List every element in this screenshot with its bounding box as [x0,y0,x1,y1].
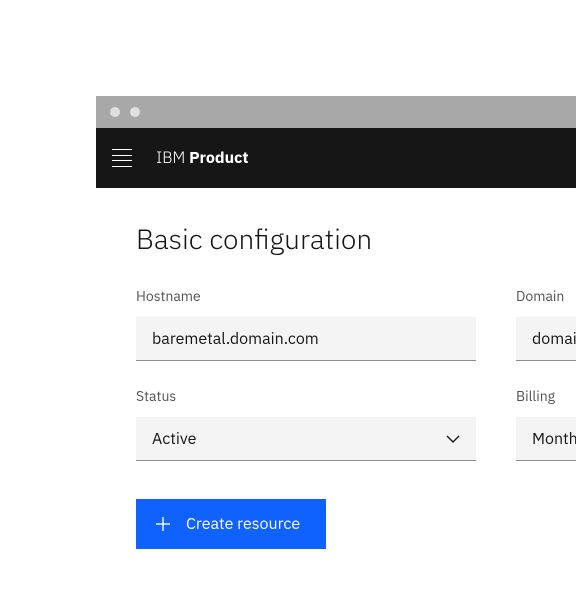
form-row: Hostname Domain [136,287,576,361]
billing-select[interactable]: Monthly [516,417,576,461]
status-value: Active [152,429,196,449]
page-title: Basic configuration [136,220,576,257]
form-row: Status Active Billing Monthly [136,387,576,461]
brand-bold: Product [189,148,248,168]
menu-icon[interactable] [112,149,132,167]
chevron-down-icon [446,435,460,443]
status-select[interactable]: Active [136,417,476,461]
status-label: Status [136,387,476,405]
billing-field: Billing Monthly [516,387,576,461]
hostname-field: Hostname [136,287,476,361]
hostname-input[interactable] [136,317,476,361]
window-dot [130,107,140,117]
domain-field: Domain [516,287,576,361]
app-window: IBM Product Basic configuration Hostname… [96,96,576,589]
app-header: IBM Product [96,128,576,188]
create-resource-button[interactable]: Create resource [136,499,326,549]
billing-value: Monthly [532,429,576,449]
create-resource-label: Create resource [186,514,300,534]
brand: IBM Product [156,148,249,168]
main-content: Basic configuration Hostname Domain Stat… [96,188,576,589]
domain-input[interactable] [516,317,576,361]
window-dot [110,107,120,117]
plus-icon [156,517,170,531]
hostname-label: Hostname [136,287,476,305]
brand-light: IBM [156,148,189,168]
window-titlebar [96,96,576,128]
domain-label: Domain [516,287,576,305]
status-field: Status Active [136,387,476,461]
billing-label: Billing [516,387,576,405]
